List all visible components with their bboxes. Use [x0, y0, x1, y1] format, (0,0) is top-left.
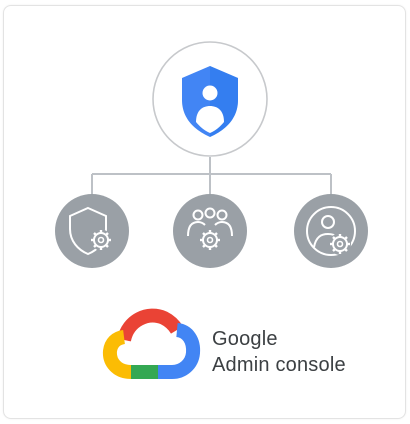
hierarchy-connectors	[91, 157, 332, 196]
brand-wordmark: Google Admin console	[212, 326, 346, 378]
admin-shield-user-icon	[152, 41, 268, 157]
brand-line-admin-console: Admin console	[212, 354, 346, 376]
group-settings-icon	[173, 194, 247, 268]
google-cloud-logo	[102, 308, 201, 379]
security-settings-icon	[55, 194, 129, 268]
brand-line-google: Google	[212, 328, 278, 350]
admin-hierarchy-diagram	[55, 41, 368, 379]
user-settings-icon	[294, 194, 368, 268]
